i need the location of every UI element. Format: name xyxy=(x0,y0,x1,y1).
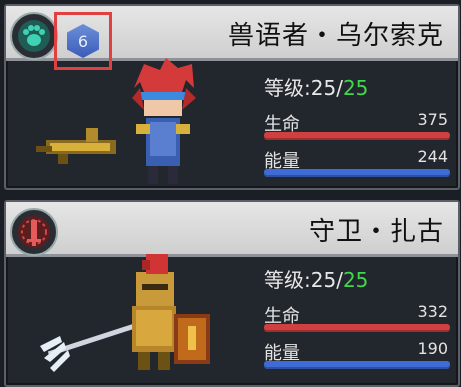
hero-portrait[interactable] xyxy=(36,250,226,380)
hp-bar xyxy=(264,132,450,140)
level-readout: 等级:25/25 xyxy=(264,76,369,100)
energy-bar xyxy=(264,361,450,369)
level-readout: 等级:25/25 xyxy=(264,268,369,292)
hero-name: 兽语者・乌尔索克 xyxy=(227,21,444,51)
energy-bar xyxy=(264,169,450,177)
energy-value: 190 xyxy=(417,339,448,358)
hexagon-icon: 6 xyxy=(67,24,99,58)
hp-stat: 生命 332 xyxy=(264,302,450,332)
hp-value: 375 xyxy=(417,110,448,129)
energy-stat: 能量 190 xyxy=(264,339,450,369)
hero-portrait[interactable] xyxy=(36,58,226,188)
hero-name: 守卫・扎古 xyxy=(308,217,444,247)
paw-icon xyxy=(10,12,58,60)
hero-stats: 等级:25/25 生命 332 能量 190 xyxy=(264,265,450,369)
hp-value: 332 xyxy=(417,302,448,321)
energy-stat: 能量 244 xyxy=(264,147,450,177)
hero-title-bar: 守卫・扎古 xyxy=(6,202,458,257)
badge-number: 6 xyxy=(77,31,89,51)
energy-value: 244 xyxy=(417,147,448,166)
hero-card-2[interactable]: 守卫・扎古 等级:25/25 生命 332 能量 190 xyxy=(4,200,460,387)
hero-card-1[interactable]: 兽语者・乌尔索克 6 等级:25/25 生命 375 能量 244 xyxy=(4,4,460,190)
blade-icon xyxy=(10,208,58,256)
hp-bar xyxy=(264,324,450,332)
hero-stats: 等级:25/25 生命 375 能量 244 xyxy=(264,73,450,177)
hp-stat: 生命 375 xyxy=(264,110,450,140)
